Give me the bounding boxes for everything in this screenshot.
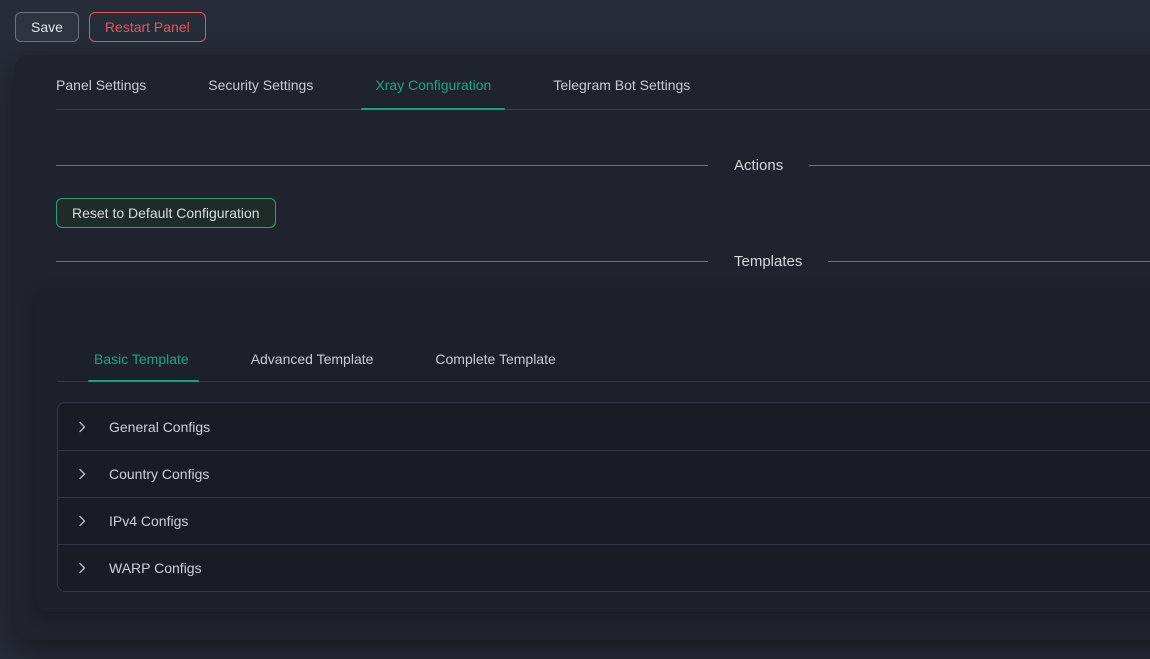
- config-accordion: General Configs Country Configs IPv4 Con…: [57, 402, 1150, 592]
- collapse-header-label: WARP Configs: [109, 560, 202, 576]
- collapse-header-label: General Configs: [109, 419, 210, 435]
- divider-line: [828, 261, 1150, 262]
- collapse-ipv4-configs[interactable]: IPv4 Configs: [58, 497, 1150, 544]
- divider-line: [56, 165, 708, 166]
- top-action-bar: Save Restart Panel: [0, 0, 1150, 42]
- chevron-right-icon: [76, 468, 88, 480]
- templates-section-title: Templates: [734, 253, 802, 270]
- collapse-general-configs[interactable]: General Configs: [58, 403, 1150, 450]
- settings-tabbar: Panel Settings Security Settings Xray Co…: [56, 55, 1150, 110]
- save-button[interactable]: Save: [15, 12, 79, 42]
- tab-complete-template[interactable]: Complete Template: [435, 351, 555, 381]
- actions-section-title: Actions: [734, 157, 783, 174]
- chevron-right-icon: [76, 421, 88, 433]
- collapse-header-label: IPv4 Configs: [109, 513, 188, 529]
- template-tabbar: Basic Template Advanced Template Complet…: [57, 289, 1150, 382]
- settings-card: Panel Settings Security Settings Xray Co…: [14, 55, 1150, 640]
- tab-basic-template[interactable]: Basic Template: [94, 351, 189, 381]
- actions-divider: Actions: [56, 155, 1150, 175]
- tab-security-settings[interactable]: Security Settings: [208, 77, 313, 109]
- tab-advanced-template[interactable]: Advanced Template: [251, 351, 374, 381]
- templates-divider: Templates: [56, 251, 1150, 271]
- tab-telegram-bot-settings[interactable]: Telegram Bot Settings: [553, 77, 690, 109]
- templates-card: Basic Template Advanced Template Complet…: [35, 289, 1150, 612]
- tab-panel-settings[interactable]: Panel Settings: [56, 77, 146, 109]
- collapse-country-configs[interactable]: Country Configs: [58, 450, 1150, 497]
- tab-xray-configuration[interactable]: Xray Configuration: [375, 77, 491, 109]
- divider-line: [809, 165, 1150, 166]
- chevron-right-icon: [76, 562, 88, 574]
- divider-line: [56, 261, 708, 262]
- collapse-header-label: Country Configs: [109, 466, 209, 482]
- restart-panel-button[interactable]: Restart Panel: [89, 12, 206, 42]
- chevron-right-icon: [76, 515, 88, 527]
- reset-default-config-button[interactable]: Reset to Default Configuration: [56, 198, 276, 228]
- collapse-warp-configs[interactable]: WARP Configs: [58, 544, 1150, 591]
